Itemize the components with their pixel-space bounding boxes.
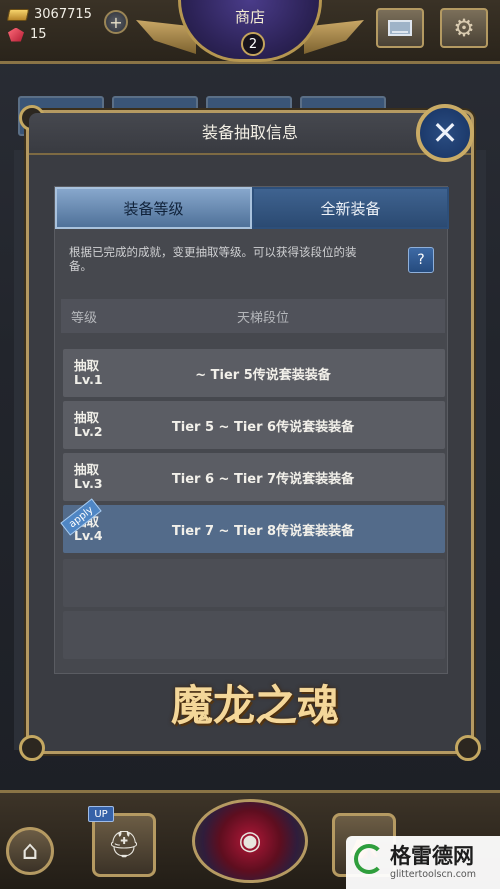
helmet-icon: ⛑ (107, 830, 141, 860)
row-level-label: 抽取 (74, 462, 100, 477)
watermark: 格雷德网 glittertoolscn.com (346, 836, 500, 889)
gold-bars-icon (6, 8, 30, 21)
row-level: 抽取 Lv.1 (63, 359, 121, 387)
tab-new-equipment[interactable]: 全新装备 (252, 187, 449, 229)
ruby-gem-icon (8, 27, 24, 42)
help-button[interactable]: ? (408, 247, 434, 273)
table-row: 抽取 Lv.3 Tier 6 ~ Tier 7传说套装装备 (63, 453, 445, 501)
top-bar: 3067715 15 + 商店 2 ⚙ (0, 0, 500, 64)
row-level-number: Lv.1 (74, 372, 103, 387)
close-icon: ✕ (431, 114, 459, 152)
header-tier: 天梯段位 (236, 310, 289, 326)
row-level: 抽取 Lv.2 (63, 411, 121, 439)
vortex-icon: ◉ (238, 826, 262, 856)
home-button[interactable]: ⌂ (6, 827, 54, 875)
ornament-corner (19, 735, 45, 761)
shop-emblem[interactable]: 商店 2 (178, 0, 322, 62)
header-level: 等级 (71, 310, 98, 326)
table-row-applied: 抽取 Lv.4 Tier 7 ~ Tier 8传说套装装备 apply (60, 498, 445, 553)
empty-row (63, 611, 445, 659)
row-level-label: 抽取 (74, 410, 100, 425)
table-row: 抽取 Lv.2 Tier 5 ~ Tier 6传说套装装备 (63, 401, 445, 449)
close-button[interactable]: ✕ (416, 104, 474, 162)
info-text: 根据已完成的成就，变更抽取等级。可以获得该段位的装备。 (69, 245, 357, 273)
gem-amount: 15 (30, 27, 47, 42)
row-level: 抽取 Lv.3 (63, 463, 121, 491)
row-tier-range: Tier 5 ~ Tier 6传说套装装备 (171, 419, 355, 435)
row-tier-range: ~ Tier 5传说套装装备 (195, 367, 331, 383)
add-currency-button[interactable]: + (104, 10, 128, 34)
draw-level-panel: 装备等级 全新装备 根据已完成的成就，变更抽取等级。可以获得该段位的装备。 ? … (54, 186, 449, 674)
dialog-title: 装备抽取信息 (29, 113, 471, 155)
house-icon: ⌂ (21, 836, 39, 866)
gear-icon: ⚙ (453, 14, 475, 42)
mail-button[interactable] (376, 8, 424, 48)
gem-counter: 15 (8, 27, 47, 42)
tab-equipment-level[interactable]: 装备等级 (55, 187, 252, 229)
gold-amount: 3067715 (34, 7, 92, 22)
settings-button[interactable]: ⚙ (440, 8, 488, 48)
row-level-label: 抽取 (74, 358, 100, 373)
upgrade-badge: UP (88, 806, 114, 822)
row-level-number: Lv.4 (74, 528, 103, 543)
gold-counter: 3067715 (6, 7, 92, 22)
table-header: 等级 天梯段位 (61, 299, 445, 333)
watermark-subtitle: glittertoolscn.com (390, 869, 477, 880)
shop-count-badge: 2 (241, 32, 265, 56)
mail-icon (388, 20, 412, 36)
tab-bar: 装备等级 全新装备 (55, 187, 449, 229)
row-level-number: Lv.2 (74, 424, 103, 439)
empty-row (63, 559, 445, 607)
portal-button[interactable]: ◉ (192, 799, 308, 883)
watermark-logo-icon (354, 844, 384, 874)
row-level-number: Lv.3 (74, 476, 103, 491)
row-tier-range: Tier 6 ~ Tier 7传说套装装备 (171, 471, 355, 487)
shop-title: 商店 (234, 8, 265, 26)
watermark-title: 格雷德网 (390, 844, 474, 868)
row-tier-range: Tier 7 ~ Tier 8传说套装装备 (171, 523, 355, 539)
game-logo: 魔龙之魂 (170, 680, 339, 730)
table-row: 抽取 Lv.1 ~ Tier 5传说套装装备 (63, 349, 445, 397)
ornament-corner (455, 735, 481, 761)
